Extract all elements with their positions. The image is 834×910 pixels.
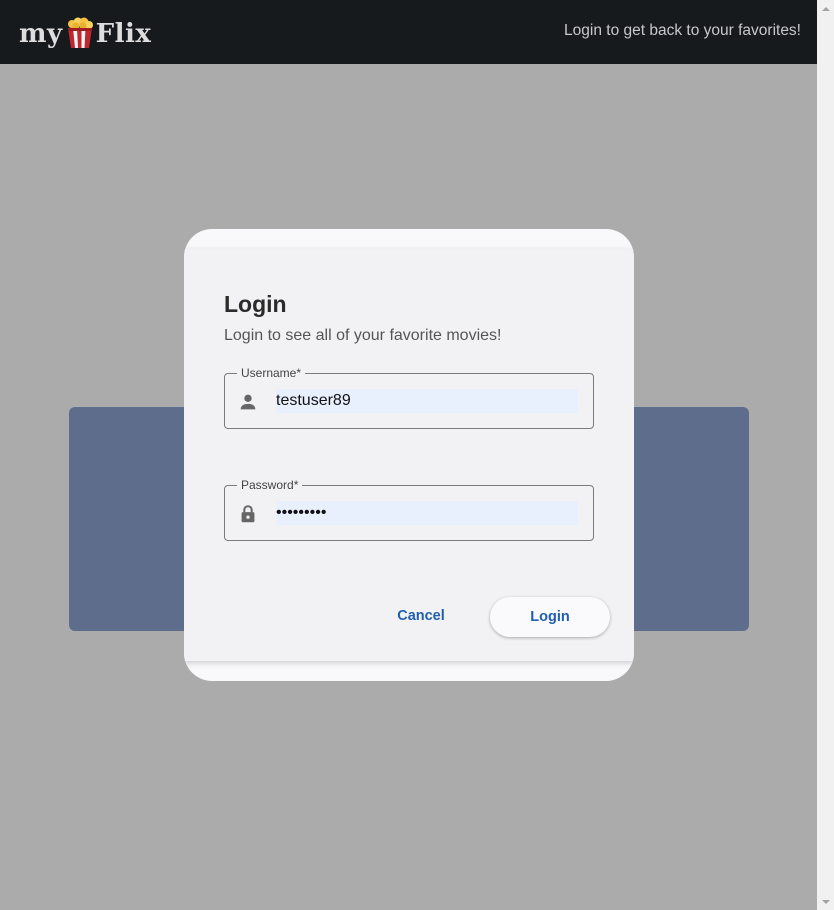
dialog-title: Login [224, 291, 287, 317]
login-button[interactable]: Login [490, 597, 610, 637]
logo-text-my: my [19, 19, 63, 49]
password-label: Password* [237, 477, 303, 493]
popcorn-bucket-icon [67, 17, 93, 48]
lock-icon [241, 505, 255, 523]
logo-text-flix: Flix [95, 19, 152, 49]
scroll-down-arrow-icon[interactable] [817, 893, 834, 910]
username-field[interactable]: Username* [224, 365, 594, 429]
navbar: my Flix Login to get back to your favori… [0, 0, 817, 64]
password-input[interactable] [276, 501, 578, 525]
username-label: Username* [237, 365, 306, 381]
scroll-up-arrow-icon[interactable] [817, 0, 834, 17]
myflix-logo[interactable]: my Flix [19, 13, 151, 49]
navbar-tagline: Login to get back to your favorites! [564, 22, 801, 39]
person-icon [240, 394, 256, 410]
username-input[interactable] [276, 389, 578, 413]
dialog-subtitle: Login to see all of your favorite movies… [224, 327, 502, 344]
login-dialog: Login Login to see all of your favorite … [184, 229, 634, 681]
cancel-button[interactable]: Cancel [388, 598, 454, 634]
vertical-scrollbar[interactable] [817, 0, 834, 910]
password-field[interactable]: Password* [224, 477, 594, 541]
